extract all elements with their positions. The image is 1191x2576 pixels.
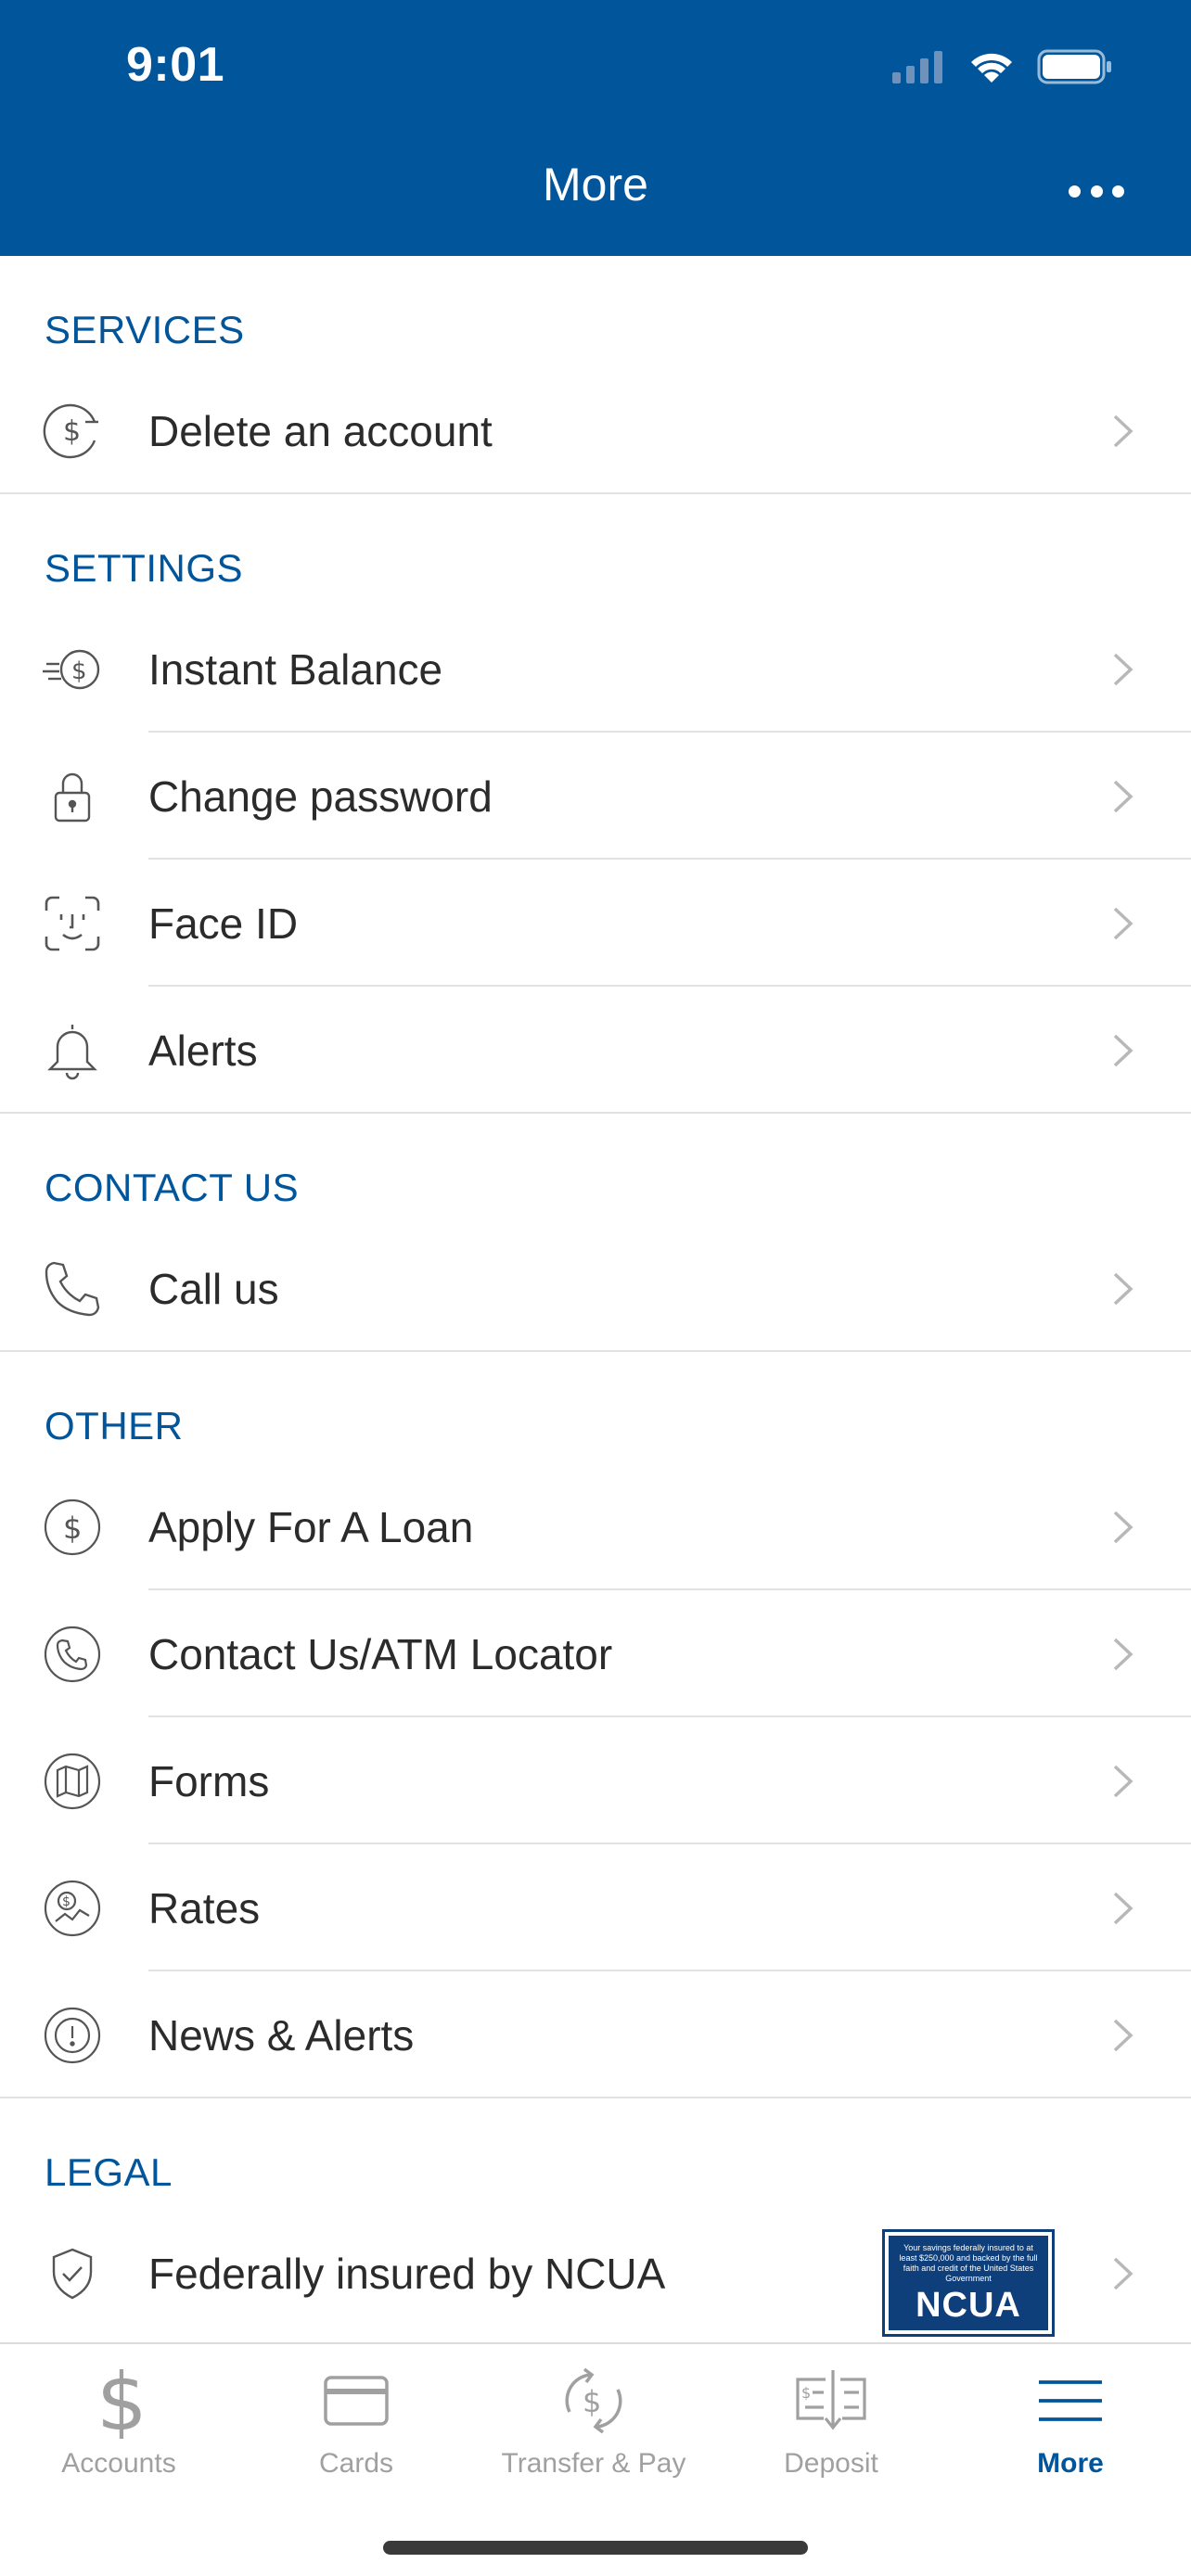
- list-item-label: Rates: [148, 1883, 261, 1932]
- home-indicator[interactable]: [383, 2541, 808, 2555]
- section-title-legal: LEGAL: [45, 2150, 173, 2194]
- tab-accounts[interactable]: $ Accounts: [0, 2344, 237, 2502]
- list-item-news-alerts[interactable]: News & Alerts: [0, 1971, 1191, 2098]
- chevron-right-icon: [1113, 2019, 1133, 2051]
- list-item-forms[interactable]: Forms: [0, 1717, 1191, 1844]
- chevron-right-icon: [1113, 2257, 1133, 2289]
- dollar-minus-icon: $: [43, 402, 102, 461]
- dollar-circle-icon: $: [43, 1498, 102, 1557]
- svg-text:$: $: [71, 657, 87, 685]
- chevron-right-icon: [1113, 1034, 1133, 1066]
- list-item-call-us[interactable]: Call us: [0, 1225, 1191, 1352]
- section-title-other: OTHER: [45, 1404, 184, 1447]
- section-title-settings: SETTINGS: [45, 546, 244, 590]
- list-item-label: Face ID: [148, 899, 299, 948]
- status-time: 9:01: [126, 38, 225, 92]
- exclamation-circle-icon: [43, 2006, 102, 2065]
- tab-label: Transfer & Pay: [501, 2448, 686, 2479]
- battery-icon: [1037, 49, 1111, 84]
- list-item-rates[interactable]: $ Rates: [0, 1844, 1191, 1971]
- tab-label: Cards: [318, 2448, 394, 2479]
- list-item-delete-account[interactable]: $ Delete an account: [0, 367, 1191, 494]
- tab-label: Accounts: [61, 2448, 176, 2479]
- list-item-change-password[interactable]: Change password: [0, 733, 1191, 860]
- signal-icon: [892, 51, 942, 83]
- chevron-right-icon: [1113, 1638, 1133, 1670]
- list-item-label: Alerts: [148, 1026, 258, 1075]
- list-item-label: News & Alerts: [148, 2010, 415, 2060]
- dollar-sign-icon: $: [72, 2363, 165, 2439]
- ellipsis-dot: [1090, 185, 1103, 198]
- list-item-ncua[interactable]: Federally insured by NCUA Your savings f…: [0, 2210, 1191, 2337]
- tab-more[interactable]: More: [950, 2344, 1191, 2502]
- wifi-icon: [971, 53, 1012, 83]
- chevron-right-icon: [1113, 414, 1133, 447]
- settings-list: SERVICES $ Delete an account SETTINGS $ …: [0, 256, 1191, 2346]
- phone-icon: [43, 1259, 102, 1319]
- face-id-icon: [43, 894, 102, 953]
- list-item-apply-for-loan[interactable]: $ Apply For A Loan: [0, 1463, 1191, 1590]
- card-icon: [310, 2363, 403, 2439]
- shield-check-icon: [43, 2244, 102, 2303]
- svg-text:$: $: [63, 1511, 82, 1546]
- tab-cards[interactable]: Cards: [237, 2344, 475, 2502]
- more-options-button[interactable]: [1069, 172, 1124, 210]
- bell-icon: [43, 1021, 102, 1080]
- section-title-contact-us: CONTACT US: [45, 1166, 300, 1209]
- ncua-badge-logo: NCUA: [916, 2286, 1021, 2325]
- page-title: More: [543, 159, 648, 210]
- list-item-instant-balance[interactable]: $ Instant Balance: [0, 606, 1191, 733]
- list-item-label: Change password: [148, 772, 493, 821]
- svg-text:$: $: [96, 2363, 147, 2439]
- header: 9:01 More: [0, 0, 1191, 256]
- list-item-label: Delete an account: [148, 406, 493, 455]
- divider: [0, 2097, 1191, 2098]
- list-item-label: Forms: [148, 1756, 270, 1805]
- list-item-label: Contact Us/ATM Locator: [148, 1629, 613, 1678]
- fast-dollar-icon: $: [43, 640, 102, 699]
- list-item-alerts[interactable]: Alerts: [0, 987, 1191, 1114]
- divider: [0, 1112, 1191, 1114]
- rates-circle-icon: $: [43, 1879, 102, 1938]
- chevron-right-icon: [1113, 1892, 1133, 1924]
- chevron-right-icon: [1113, 1272, 1133, 1305]
- transfer-dollar-icon: $: [547, 2363, 640, 2439]
- status-icons: [890, 46, 1113, 87]
- chevron-right-icon: [1113, 653, 1133, 685]
- ellipsis-dot: [1112, 185, 1124, 198]
- list-item-face-id[interactable]: Face ID: [0, 860, 1191, 987]
- tab-deposit[interactable]: $ Deposit: [712, 2344, 950, 2502]
- app-root: 9:01 More SERVICES $ Delete an account S…: [0, 0, 1191, 2576]
- list-item-label: Instant Balance: [148, 644, 443, 694]
- ncua-badge-text: Your savings federally insured to at lea…: [899, 2243, 1038, 2283]
- list-item-label: Call us: [148, 1264, 279, 1313]
- svg-text:$: $: [63, 415, 81, 448]
- tab-label: More: [1037, 2448, 1104, 2479]
- tab-label: Deposit: [784, 2448, 878, 2479]
- svg-text:$: $: [801, 2384, 811, 2402]
- list-item-contact-atm-locator[interactable]: Contact Us/ATM Locator: [0, 1590, 1191, 1717]
- divider: [0, 1350, 1191, 1352]
- check-deposit-icon: $: [785, 2363, 877, 2439]
- ncua-badge: Your savings federally insured to at lea…: [882, 2229, 1055, 2337]
- section-title-services: SERVICES: [45, 308, 245, 351]
- divider: [0, 492, 1191, 494]
- chevron-right-icon: [1113, 1765, 1133, 1797]
- phone-circle-icon: [43, 1625, 102, 1684]
- list-item-label: Apply For A Loan: [148, 1502, 474, 1551]
- svg-text:$: $: [583, 2384, 601, 2419]
- chevron-right-icon: [1113, 907, 1133, 939]
- chevron-right-icon: [1113, 1511, 1133, 1543]
- map-circle-icon: [43, 1752, 102, 1811]
- svg-text:$: $: [62, 1894, 70, 1909]
- ellipsis-dot: [1069, 185, 1081, 198]
- tab-transfer-pay[interactable]: $ Transfer & Pay: [475, 2344, 712, 2502]
- chevron-right-icon: [1113, 780, 1133, 812]
- menu-icon: [1024, 2363, 1117, 2439]
- lock-icon: [43, 767, 102, 826]
- list-item-label: Federally insured by NCUA: [148, 2249, 666, 2298]
